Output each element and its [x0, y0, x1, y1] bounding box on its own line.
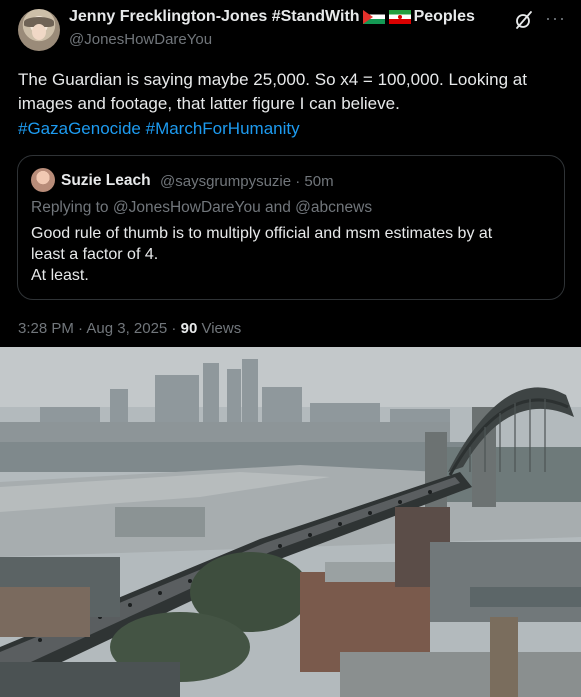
grok-icon[interactable]: [514, 10, 534, 30]
hashtag-link[interactable]: #GazaGenocide: [18, 119, 141, 138]
tweet-hashtags: #GazaGenocide #MarchForHumanity: [18, 117, 300, 141]
author-display-name[interactable]: Jenny Frecklington-Jones #StandWith Peop…: [69, 8, 475, 26]
iran-flag-icon: [388, 10, 411, 24]
tweet-meta: 3:28 PM · Aug 3, 2025 · 90 Views: [18, 320, 241, 337]
timestamp[interactable]: 3:28 PM · Aug 3, 2025 ·: [18, 320, 181, 337]
quoted-text-line: Good rule of thumb is to multiply offici…: [31, 225, 493, 242]
tweet: Jenny Frecklington-Jones #StandWith Peop…: [0, 0, 581, 697]
tweet-photo[interactable]: [0, 347, 581, 697]
quoted-text: Good rule of thumb is to multiply offici…: [31, 223, 551, 286]
avatar-face: [32, 24, 46, 40]
photo-scene: [0, 347, 581, 697]
quoted-tweet[interactable]: Suzie Leach @saysgrumpysuzie · 50m Reply…: [17, 155, 565, 300]
display-name-suffix: Peoples: [413, 8, 475, 25]
more-icon[interactable]: ···: [545, 8, 566, 28]
hashtag-link[interactable]: #MarchForHumanity: [146, 119, 300, 138]
quoted-handle-time: @saysgrumpysuzie · 50m: [160, 173, 334, 190]
quoted-replying-to: Replying to @JonesHowDareYou and @abcnew…: [31, 199, 373, 216]
quoted-text-line: At least.: [31, 267, 89, 284]
views-count: 90: [180, 320, 198, 337]
tweet-text: The Guardian is saying maybe 25,000. So …: [18, 70, 527, 113]
quoted-name: Suzie Leach: [61, 172, 151, 189]
author-handle[interactable]: @JonesHowDareYou: [69, 31, 212, 48]
views-label: Views: [197, 320, 242, 337]
quoted-avatar[interactable]: [31, 168, 55, 192]
palestine-flag-icon: [362, 10, 385, 24]
display-name-prefix: Jenny Frecklington-Jones #StandWith: [69, 8, 360, 25]
quoted-text-line: least a factor of 4.: [31, 246, 159, 263]
author-avatar[interactable]: [18, 9, 60, 51]
